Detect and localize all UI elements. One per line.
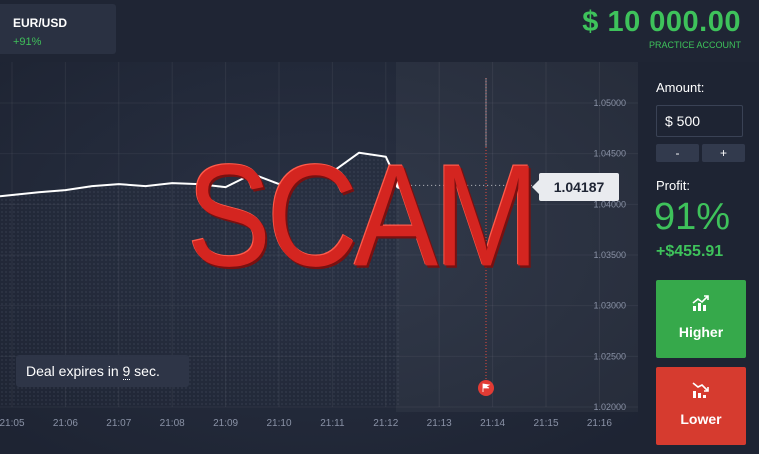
- profit-amount: +$455.91: [656, 243, 724, 260]
- price-chart[interactable]: 1.05000 1.04500 1.04000 1.03500 1.03000 1.025…: [0, 62, 638, 454]
- x-axis-tick-label: 21:09: [213, 418, 238, 429]
- x-axis-tick-label: 21:08: [160, 418, 185, 429]
- profit-percent: 91%: [654, 196, 731, 238]
- y-axis-tick-label: 1.02500: [593, 351, 626, 361]
- higher-label: Higher: [678, 324, 724, 340]
- deal-suffix: sec.: [130, 363, 160, 379]
- account-balance[interactable]: $ 10 000.00: [582, 6, 741, 39]
- x-axis-tick-label: 21:10: [266, 418, 291, 429]
- y-axis-tick-label: 1.04500: [593, 149, 626, 159]
- lower-button[interactable]: Lower: [656, 367, 746, 445]
- price-label-pointer: [532, 180, 539, 194]
- x-axis-tick-label: 21:13: [427, 418, 452, 429]
- flag-icon: [478, 380, 494, 396]
- amount-input[interactable]: [656, 105, 743, 137]
- deal-expiry-notice: Deal expires in 9 sec.: [16, 355, 189, 387]
- trend-down-icon: [692, 382, 709, 398]
- y-axis-tick-label: 1.03500: [593, 250, 626, 260]
- x-axis-tick-label: 21:15: [533, 418, 558, 429]
- current-price-label: 1.04187: [539, 173, 619, 201]
- decrease-amount-button[interactable]: -: [656, 144, 699, 162]
- deal-prefix: Deal expires in: [26, 363, 123, 379]
- asset-name: EUR/USD: [13, 16, 68, 30]
- y-axis-tick-label: 1.05000: [593, 98, 626, 108]
- y-axis-tick-label: 1.03000: [593, 301, 626, 311]
- x-axis-tick-label: 21:11: [320, 418, 345, 429]
- trade-panel: Amount: - + Profit: 91% +$455.91 Higher …: [638, 62, 759, 454]
- x-axis-tick-label: 21:05: [0, 418, 25, 429]
- x-axis-tick-label: 21:07: [106, 418, 131, 429]
- current-price-dot: [395, 181, 403, 189]
- profit-label: Profit:: [656, 178, 690, 193]
- lower-label: Lower: [680, 411, 722, 427]
- x-axis-tick-label: 21:06: [53, 418, 78, 429]
- higher-button[interactable]: Higher: [656, 280, 746, 358]
- asset-payout: +91%: [13, 36, 42, 48]
- amount-label: Amount:: [656, 80, 705, 95]
- trend-up-icon: [692, 295, 709, 311]
- chart-canvas: 1.050001.045001.040001.035001.030001.025…: [0, 62, 638, 454]
- account-type: PRACTICE ACCOUNT: [648, 40, 741, 50]
- y-axis-tick-label: 1.02000: [593, 402, 626, 412]
- x-axis-tick-label: 21:14: [480, 418, 505, 429]
- x-axis-tick-label: 21:12: [373, 418, 398, 429]
- asset-selector[interactable]: EUR/USD +91%: [0, 4, 116, 54]
- top-bar: EUR/USD +91% $ 10 000.00 PRACTICE ACCOUN…: [0, 0, 759, 62]
- x-axis-tick-label: 21:16: [587, 418, 612, 429]
- increase-amount-button[interactable]: +: [702, 144, 745, 162]
